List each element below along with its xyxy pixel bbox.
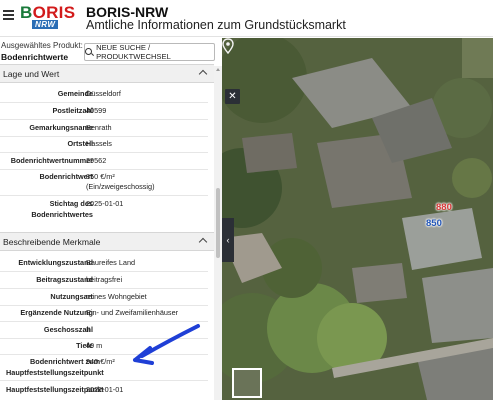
row-gemeinde-value: Düsseldorf: [86, 89, 121, 98]
row-stichtag-key-2: Bodenrichtwertes: [31, 210, 93, 219]
row-gemarkung-value: Benrath: [86, 123, 112, 132]
row-brw-value-note: (Ein/zweigeschossig): [86, 182, 155, 191]
row-plz-key: Postleitzahl: [52, 106, 93, 115]
map-view[interactable]: ✕ ‹ 880 850: [222, 38, 493, 400]
app-subtitle: Amtliche Informationen zum Grundstücksma…: [86, 18, 346, 32]
search-icon: [85, 47, 93, 57]
map-close-button[interactable]: ✕: [225, 89, 240, 104]
section-merkmale-header[interactable]: Beschreibende Merkmale: [0, 232, 214, 251]
app-header: BORIS NRW BORIS-NRW Amtliche Information…: [0, 0, 493, 37]
row-stichtag-value: 2025-01-01: [86, 199, 124, 208]
row-tiefe-key: Tiefe: [76, 341, 93, 350]
close-icon: ✕: [228, 91, 237, 102]
divider: [0, 169, 208, 170]
hamburger-menu-icon[interactable]: [3, 10, 14, 20]
logo-nrw-badge: NRW: [32, 20, 59, 29]
chevron-left-icon: ‹: [226, 235, 230, 245]
row-brw-key: Bodenrichtwert: [39, 172, 93, 181]
row-gemarkung-key: Gemarkungsname: [29, 123, 93, 132]
map-label-blue[interactable]: 850: [426, 218, 442, 229]
row-beitrag-value: beitragsfrei: [86, 275, 123, 284]
row-geschoss-key: Geschosszahl: [43, 325, 93, 334]
scroll-up-icon[interactable]: [216, 68, 220, 71]
divider: [0, 380, 208, 381]
divider: [0, 288, 208, 289]
chevron-up-icon[interactable]: [198, 237, 208, 247]
row-hfz-value: 2022-01-01: [86, 385, 124, 394]
product-value: Bodenrichtwerte: [1, 52, 69, 62]
product-bar: Ausgewähltes Produkt: Bodenrichtwerte NE…: [0, 38, 222, 64]
row-nutzungsart-key: Nutzungsart: [50, 292, 93, 301]
map-label-red[interactable]: 880: [436, 202, 452, 213]
section-lage-header[interactable]: Lage und Wert: [0, 64, 214, 83]
boris-logo[interactable]: BORIS NRW: [20, 3, 76, 33]
new-search-button[interactable]: NEUE SUCHE / PRODUKTWECHSEL: [84, 43, 215, 61]
row-brwnummer-value: 29562: [86, 156, 107, 165]
row-ergaenzend-value: Ein- und Zweifamilienhäuser: [86, 308, 179, 317]
sidebar-collapse-button[interactable]: ‹: [222, 218, 234, 262]
row-plz-value: 40599: [86, 106, 107, 115]
divider: [0, 102, 208, 103]
divider: [0, 152, 208, 153]
row-ergaenzend-key: Ergänzende Nutzung: [20, 308, 93, 317]
row-nutzungsart-value: reines Wohngebiet: [86, 292, 147, 301]
divider: [0, 195, 208, 196]
row-gemeinde-key: Gemeinde: [57, 89, 93, 98]
row-stichtag-key: Stichtag des: [49, 199, 93, 208]
row-beitrag-key: Beitragszustand: [36, 275, 93, 284]
annotation-arrow-icon: [133, 324, 200, 365]
divider: [0, 119, 208, 120]
basemap-thumbnail[interactable]: [232, 368, 262, 398]
row-ortsteil-value: Hassels: [86, 139, 112, 148]
row-entwicklung-key: Entwicklungszustand: [18, 258, 93, 267]
row-hfz-brw-key-2: Hauptfeststellungszeitpunkt: [6, 368, 104, 377]
scrollbar-thumb[interactable]: [216, 188, 220, 258]
sidebar-scrollbar[interactable]: [214, 66, 222, 400]
divider: [0, 271, 208, 272]
chevron-up-icon[interactable]: [198, 69, 208, 79]
section-lage-title: Lage und Wert: [3, 69, 60, 79]
location-pin-icon[interactable]: [222, 38, 234, 54]
row-entwicklung-value: Baureifes Land: [86, 258, 136, 267]
row-brwnummer-key: Bodenrichtwertnummer: [10, 156, 93, 165]
product-label: Ausgewähltes Produkt:: [1, 41, 83, 50]
row-ortsteil-key: Ortsteil: [67, 139, 93, 148]
section-merkmale-title: Beschreibende Merkmale: [3, 237, 101, 247]
divider: [0, 136, 208, 137]
aerial-map: [222, 38, 493, 400]
new-search-label: NEUE SUCHE / PRODUKTWECHSEL: [96, 43, 171, 61]
divider: [0, 305, 208, 306]
